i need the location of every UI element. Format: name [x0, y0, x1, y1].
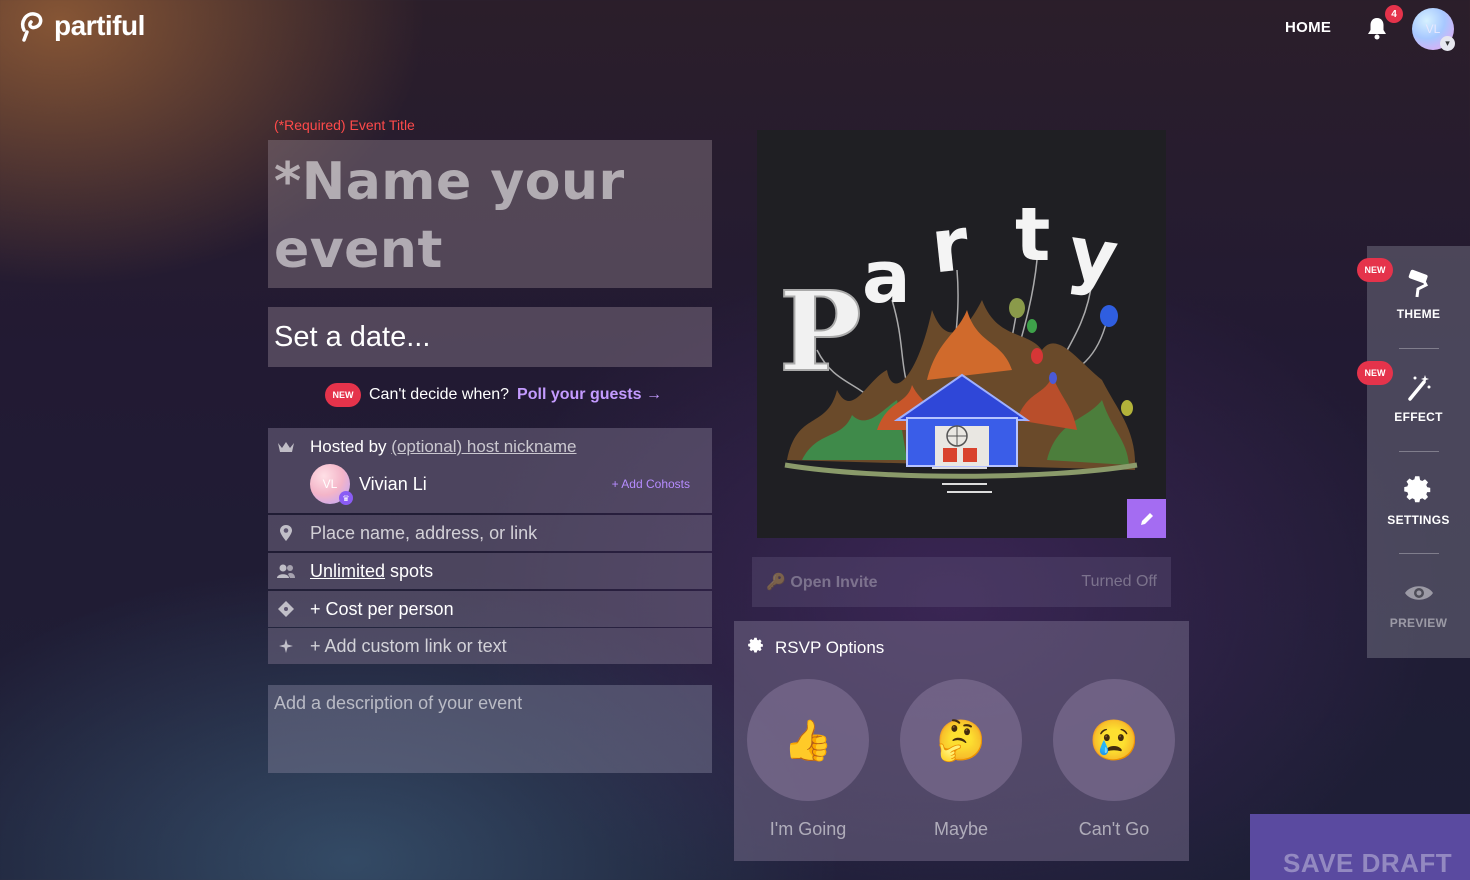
eye-icon: [1403, 577, 1435, 609]
open-invite-icon: 🔑: [766, 574, 786, 591]
poster-letter-t: t: [1015, 192, 1050, 278]
host-name: Vivian Li: [359, 474, 427, 494]
rsvp-option-maybe[interactable]: 🤔 Maybe: [900, 679, 1022, 840]
poster-letter-y: y: [1063, 210, 1123, 302]
sidebar-divider: [1399, 348, 1439, 349]
paint-roller-icon: [1403, 268, 1435, 300]
sparkle-icon: [276, 636, 296, 656]
sidebar-label-theme: THEME: [1396, 307, 1441, 321]
host-nickname-link[interactable]: (optional) host nickname: [391, 437, 576, 456]
user-avatar-menu[interactable]: VL ▾: [1412, 8, 1455, 51]
location-placeholder: Place name, address, or link: [310, 522, 538, 543]
rsvp-option-label: Can't Go: [1078, 819, 1150, 839]
gear-icon: [748, 637, 765, 659]
poll-question: Can't decide when?: [369, 386, 510, 403]
gear-icon: [1403, 474, 1435, 506]
required-title-label: (*Required) Event Title: [274, 117, 415, 133]
thinking-emoji-icon: 🤔: [900, 679, 1022, 801]
open-invite-text: Open Invite: [790, 574, 878, 591]
spots-suffix: spots: [390, 560, 434, 581]
poster-letter-p: P: [779, 267, 862, 396]
pencil-icon: [1140, 512, 1153, 525]
custom-link-button[interactable]: + Add custom link or text: [268, 628, 712, 664]
bell-icon[interactable]: [1366, 16, 1388, 40]
spots-row[interactable]: Unlimited spots: [268, 553, 712, 589]
people-icon: [276, 561, 296, 581]
spots-limit-link[interactable]: Unlimited: [310, 561, 385, 582]
sidebar-label-settings: SETTINGS: [1387, 513, 1450, 527]
poll-guests-link[interactable]: Poll your guests →: [517, 386, 662, 404]
partiful-logo[interactable]: partiful: [18, 10, 145, 42]
open-invite-status: Turned Off: [1081, 573, 1157, 590]
sidebar-item-preview[interactable]: PREVIEW: [1367, 577, 1470, 630]
effect-new-badge: NEW: [1357, 361, 1393, 385]
party-illustration: P a r t y: [778, 192, 1138, 493]
event-date-input[interactable]: Set a date...: [268, 307, 712, 367]
hosted-by-line: Hosted by (optional) host nickname: [310, 437, 577, 457]
sidebar-item-settings[interactable]: SETTINGS: [1367, 474, 1470, 527]
cost-per-person-button[interactable]: + Cost per person: [268, 591, 712, 627]
open-invite-toggle[interactable]: 🔑 Open Invite Turned Off: [752, 557, 1171, 607]
location-input[interactable]: Place name, address, or link: [268, 515, 712, 551]
poster-letter-r: r: [927, 201, 973, 290]
add-cohosts-button[interactable]: + Add Cohosts: [612, 477, 690, 491]
location-pin-icon: [276, 523, 296, 543]
magic-wand-icon: [1403, 371, 1435, 403]
host-section: Hosted by (optional) host nickname VL ♛ …: [268, 428, 712, 513]
crown-icon: [276, 437, 296, 457]
rsvp-title: RSVP Options: [775, 638, 885, 657]
description-input[interactable]: Add a description of your event: [268, 685, 712, 773]
sidebar-label-effect: EFFECT: [1394, 410, 1443, 424]
ticket-icon: [276, 599, 296, 619]
brand-name: partiful: [54, 10, 145, 41]
sidebar-divider: [1399, 451, 1439, 452]
poster-letter-a: a: [862, 235, 911, 319]
crying-emoji-icon: 😢: [1053, 679, 1175, 801]
rsvp-header[interactable]: RSVP Options: [748, 637, 884, 659]
event-poster-image[interactable]: P a r t y: [757, 130, 1166, 538]
hosted-by-prefix: Hosted by: [310, 437, 387, 456]
rsvp-option-going[interactable]: 👍 I'm Going: [747, 679, 869, 840]
partiful-logo-icon: [21, 12, 43, 42]
sidebar-divider: [1399, 553, 1439, 554]
notification-badge: 4: [1385, 5, 1403, 23]
host-avatar: VL ♛: [310, 464, 353, 505]
rsvp-options-panel: RSVP Options 👍 I'm Going 🤔 Maybe 😢 Can't…: [734, 621, 1189, 861]
customize-sidebar: THEME EFFECT SETTINGS PREVIEW: [1367, 246, 1470, 658]
rsvp-option-label: I'm Going: [769, 819, 847, 839]
open-invite-label: 🔑 Open Invite: [766, 572, 878, 592]
avatar-initials: VL: [1425, 22, 1441, 36]
edit-poster-button[interactable]: [1127, 499, 1166, 538]
event-title-input[interactable]: *Name your event: [268, 140, 712, 288]
nav-home-link[interactable]: HOME: [1285, 19, 1331, 36]
cost-label: + Cost per person: [310, 598, 454, 619]
poll-guests-row: NEW Can't decide when? Poll your guests …: [325, 383, 662, 407]
event-title-placeholder: *Name your event: [274, 152, 625, 280]
sidebar-label-preview: PREVIEW: [1389, 616, 1448, 630]
description-placeholder: Add a description of your event: [274, 693, 523, 713]
save-draft-button[interactable]: SAVE DRAFT: [1250, 814, 1470, 880]
new-badge: NEW: [325, 383, 361, 407]
host-avatar-initials: VL: [322, 477, 338, 491]
chevron-down-icon: ▾: [1440, 36, 1455, 51]
host-crown-icon: ♛: [339, 491, 353, 505]
rsvp-option-label: Maybe: [933, 819, 989, 839]
rsvp-option-cant-go[interactable]: 😢 Can't Go: [1053, 679, 1175, 840]
theme-new-badge: NEW: [1357, 258, 1393, 282]
date-placeholder: Set a date...: [274, 321, 431, 353]
thumbs-up-emoji-icon: 👍: [747, 679, 869, 801]
custom-link-label: + Add custom link or text: [310, 635, 507, 656]
